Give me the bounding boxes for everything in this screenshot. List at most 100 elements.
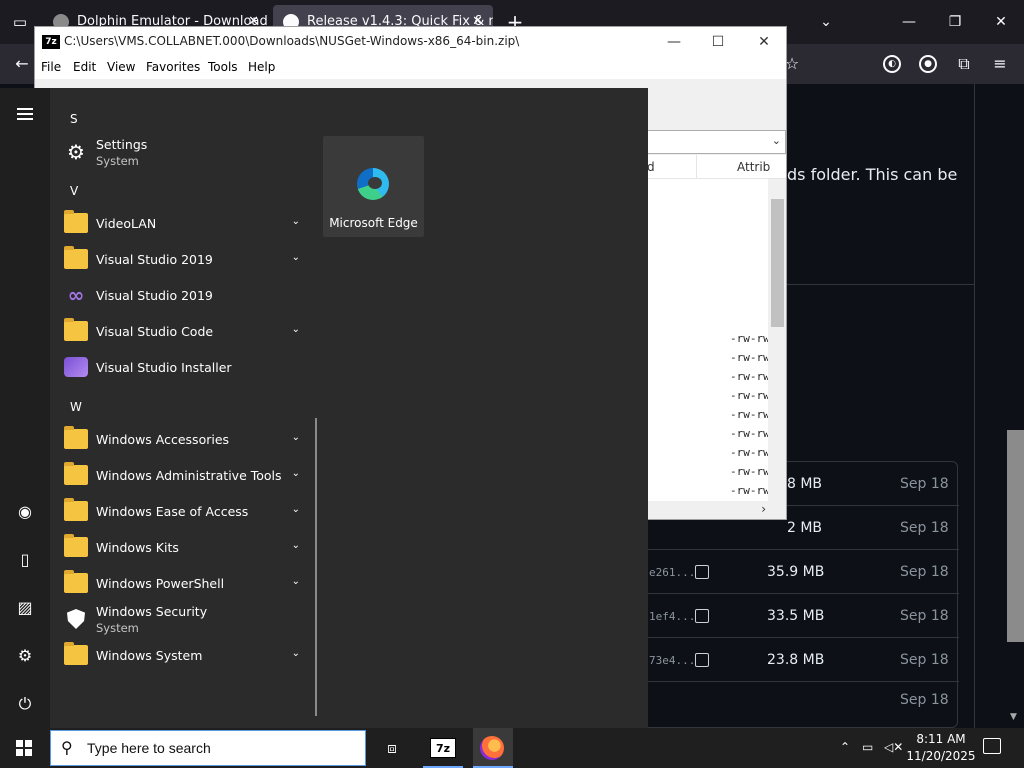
firefox-icon[interactable]: [480, 736, 504, 760]
divider: [696, 155, 697, 179]
chevron-down-icon[interactable]: ⌄: [772, 134, 781, 147]
app-windows-kits[interactable]: Windows Kits ⌄: [55, 530, 310, 566]
chevron-down-icon[interactable]: ⌄: [292, 576, 300, 587]
list-scrollbar[interactable]: [768, 179, 786, 503]
tab-list-icon[interactable]: ▭: [8, 10, 32, 34]
asset-row[interactable]: 1ef4... 33.5 MB Sep 18: [641, 594, 959, 638]
sevenzip-taskbar-icon[interactable]: 7z: [430, 738, 456, 758]
clock[interactable]: 8:11 AM 11/20/2025: [906, 731, 976, 765]
settings-gear-icon[interactable]: ⚙: [13, 644, 37, 668]
scroll-right-icon[interactable]: ›: [761, 502, 766, 516]
power-icon[interactable]: ⏻: [13, 692, 37, 716]
visual-studio-icon: ∞: [67, 283, 85, 307]
pictures-icon[interactable]: ▨: [13, 596, 37, 620]
section-letter-w[interactable]: W: [70, 400, 82, 414]
menu-tools[interactable]: Tools: [208, 60, 238, 74]
close-window-icon[interactable]: ✕: [986, 8, 1016, 36]
app-visual-studio-2019[interactable]: ∞ Visual Studio 2019: [55, 278, 310, 314]
list-scrollbar-thumb[interactable]: [771, 199, 784, 327]
sevenzip-titlebar: 7z C:\Users\VMS.COLLABNET.000\Downloads\…: [35, 27, 786, 57]
list-hscrollbar[interactable]: ›: [647, 501, 786, 519]
folder-icon: [64, 246, 88, 269]
copy-icon[interactable]: [695, 565, 709, 579]
app-settings[interactable]: ⚙ Settings System: [55, 135, 310, 171]
minimize-icon[interactable]: —: [894, 8, 924, 36]
address-dropdown[interactable]: ⌄: [647, 130, 786, 154]
asset-row[interactable]: Sep 18: [641, 682, 959, 726]
network-icon[interactable]: ▭: [862, 740, 873, 754]
chevron-down-icon[interactable]: ⌄: [292, 540, 300, 551]
app-windows-powershell[interactable]: Windows PowerShell ⌄: [55, 566, 310, 602]
maximize-icon[interactable]: ☐: [703, 31, 733, 53]
page-scrollbar-thumb[interactable]: [1007, 430, 1024, 642]
list-all-tabs-icon[interactable]: ⌄: [811, 8, 841, 36]
release-notes-text: ds folder. This can be: [787, 165, 958, 184]
menu-file[interactable]: File: [41, 60, 61, 74]
asset-date: Sep 18: [900, 520, 949, 536]
app-name: Windows Security: [96, 604, 208, 619]
start-menu: ◉ ▯ ▨ ⚙ ⏻ S ⚙ Settings System V VideoLAN…: [0, 88, 648, 728]
tile-microsoft-edge[interactable]: Microsoft Edge: [323, 136, 424, 237]
app-list-scrollbar[interactable]: [315, 418, 317, 716]
chevron-down-icon[interactable]: ⌄: [292, 432, 300, 443]
folder-icon: [64, 462, 88, 485]
windows-start-icon[interactable]: [16, 740, 32, 756]
column-header[interactable]: d: [647, 160, 655, 174]
chevron-up-icon[interactable]: ⌃: [840, 740, 850, 754]
section-letter-s[interactable]: S: [70, 112, 78, 126]
asset-date: Sep 18: [900, 652, 949, 668]
app-videolan[interactable]: VideoLAN ⌄: [55, 206, 310, 242]
app-visual-studio-2019-folder[interactable]: Visual Studio 2019 ⌄: [55, 242, 310, 278]
file-attrib: -rw-rw: [730, 465, 770, 478]
app-visual-studio-installer[interactable]: Visual Studio Installer: [55, 350, 310, 386]
gear-icon: ⚙: [67, 140, 85, 164]
app-windows-system[interactable]: Windows System ⌄: [55, 638, 310, 674]
task-view-icon[interactable]: ⧈: [380, 736, 404, 760]
maximize-icon[interactable]: ❐: [940, 8, 970, 36]
scroll-down-icon[interactable]: ▼: [1010, 712, 1017, 722]
file-attrib: -rw-rw: [730, 427, 770, 440]
vpn-icon[interactable]: ◐: [883, 55, 901, 73]
chevron-down-icon[interactable]: ⌄: [292, 648, 300, 659]
menu-icon[interactable]: ≡: [988, 52, 1012, 76]
user-account-icon[interactable]: ◉: [13, 500, 37, 524]
asset-row[interactable]: 73e4... 23.8 MB Sep 18: [641, 638, 959, 682]
asset-row[interactable]: e261... 35.9 MB Sep 18: [641, 550, 959, 594]
file-attrib: -rw-rw: [730, 370, 770, 383]
menu-view[interactable]: View: [107, 60, 135, 74]
documents-icon[interactable]: ▯: [13, 548, 37, 572]
volume-muted-icon[interactable]: ◁✕: [884, 740, 903, 754]
copy-icon[interactable]: [695, 653, 709, 667]
folder-icon: [64, 426, 88, 449]
app-visual-studio-code[interactable]: Visual Studio Code ⌄: [55, 314, 310, 350]
chevron-down-icon[interactable]: ⌄: [292, 504, 300, 515]
account-icon[interactable]: ●: [919, 55, 937, 73]
chevron-down-icon[interactable]: ⌄: [292, 324, 300, 335]
search-input[interactable]: [87, 737, 357, 759]
menu-help[interactable]: Help: [248, 60, 275, 74]
minimize-icon[interactable]: —: [659, 31, 689, 53]
column-header-attrib[interactable]: Attrib: [737, 160, 770, 174]
app-subtitle: System: [96, 154, 139, 168]
back-icon[interactable]: ←: [10, 52, 34, 76]
chevron-down-icon[interactable]: ⌄: [292, 216, 300, 227]
app-windows-ease-of-access[interactable]: Windows Ease of Access ⌄: [55, 494, 310, 530]
extensions-icon[interactable]: ⧉: [952, 52, 976, 76]
chevron-down-icon[interactable]: ⌄: [292, 468, 300, 479]
menu-edit[interactable]: Edit: [73, 60, 96, 74]
app-name: Windows PowerShell: [96, 576, 225, 591]
taskbar-search[interactable]: ⚲: [50, 730, 366, 766]
app-windows-administrative-tools[interactable]: Windows Administrative Tools ⌄: [55, 458, 310, 494]
close-icon[interactable]: ✕: [749, 31, 779, 53]
asset-date: Sep 18: [900, 476, 949, 492]
hamburger-menu-icon[interactable]: [13, 105, 37, 129]
menu-favorites[interactable]: Favorites: [146, 60, 200, 74]
copy-icon[interactable]: [695, 609, 709, 623]
edge-icon: [357, 168, 389, 200]
file-list[interactable]: d Attrib -rw-rw -rw-rw -rw-rw -rw-rw -rw…: [647, 155, 786, 503]
section-letter-v[interactable]: V: [70, 184, 78, 198]
app-windows-security[interactable]: Windows Security System: [55, 602, 310, 638]
chevron-down-icon[interactable]: ⌄: [292, 252, 300, 263]
app-windows-accessories[interactable]: Windows Accessories ⌄: [55, 422, 310, 458]
notifications-icon[interactable]: [983, 738, 1001, 754]
